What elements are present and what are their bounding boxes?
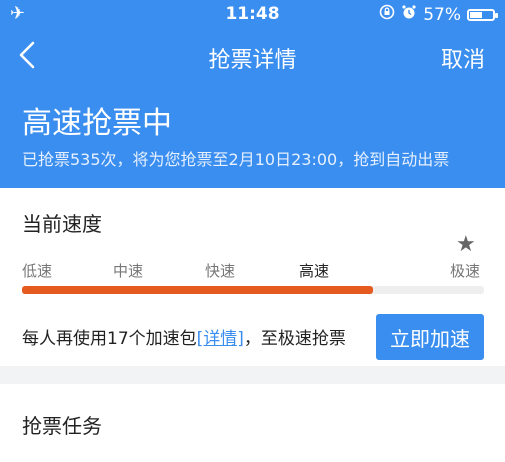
page-title: 抢票详情 [208, 48, 297, 73]
task-card: 抢票任务 [0, 384, 505, 462]
header: ✈ 11:48 57% 抢票详情 取消 高速抢票中 已抢票535次，将为您抢票至… [0, 0, 505, 188]
speed-card: 当前速度 ★ 低速 中速 快速 高速 极速 每人再使用17个加速包[详情]，至极… [0, 188, 505, 366]
battery-percent: 57% [423, 4, 461, 25]
speed-level-low: 低速 [22, 262, 53, 280]
speed-level-high: 高速 [299, 262, 330, 280]
details-link[interactable]: [详情] [197, 329, 244, 349]
task-section-title: 抢票任务 [22, 414, 102, 438]
speed-level-medium: 中速 [113, 262, 144, 280]
speed-level-max: 极速 [450, 262, 481, 280]
battery-fill [470, 11, 482, 18]
battery-icon [467, 8, 498, 21]
alarm-icon [401, 4, 417, 25]
star-icon: ★ [456, 232, 476, 257]
speed-section-title: 当前速度 [22, 212, 102, 236]
speed-progress-track [22, 286, 484, 294]
speed-levels: 低速 中速 快速 高速 极速 [0, 260, 505, 282]
rotation-lock-icon [379, 4, 395, 25]
status-bar: ✈ 11:48 57% [0, 0, 505, 30]
speed-progress-fill [22, 286, 374, 294]
nav-bar: 抢票详情 取消 [0, 34, 505, 82]
boost-now-button[interactable]: 立即加速 [376, 314, 484, 360]
cancel-button[interactable]: 取消 [441, 42, 485, 74]
boost-text-suffix: ，至极速抢票 [243, 329, 346, 349]
boost-description: 每人再使用17个加速包[详情]，至极速抢票 [22, 324, 346, 349]
speed-level-fast: 快速 [205, 262, 236, 280]
status-title: 高速抢票中 [22, 106, 172, 141]
status-subtitle: 已抢票535次，将为您抢票至2月10日23:00，抢到自动出票 [22, 150, 450, 169]
status-right: 57% [379, 4, 498, 25]
boost-text-prefix: 每人再使用17个加速包 [22, 329, 197, 349]
